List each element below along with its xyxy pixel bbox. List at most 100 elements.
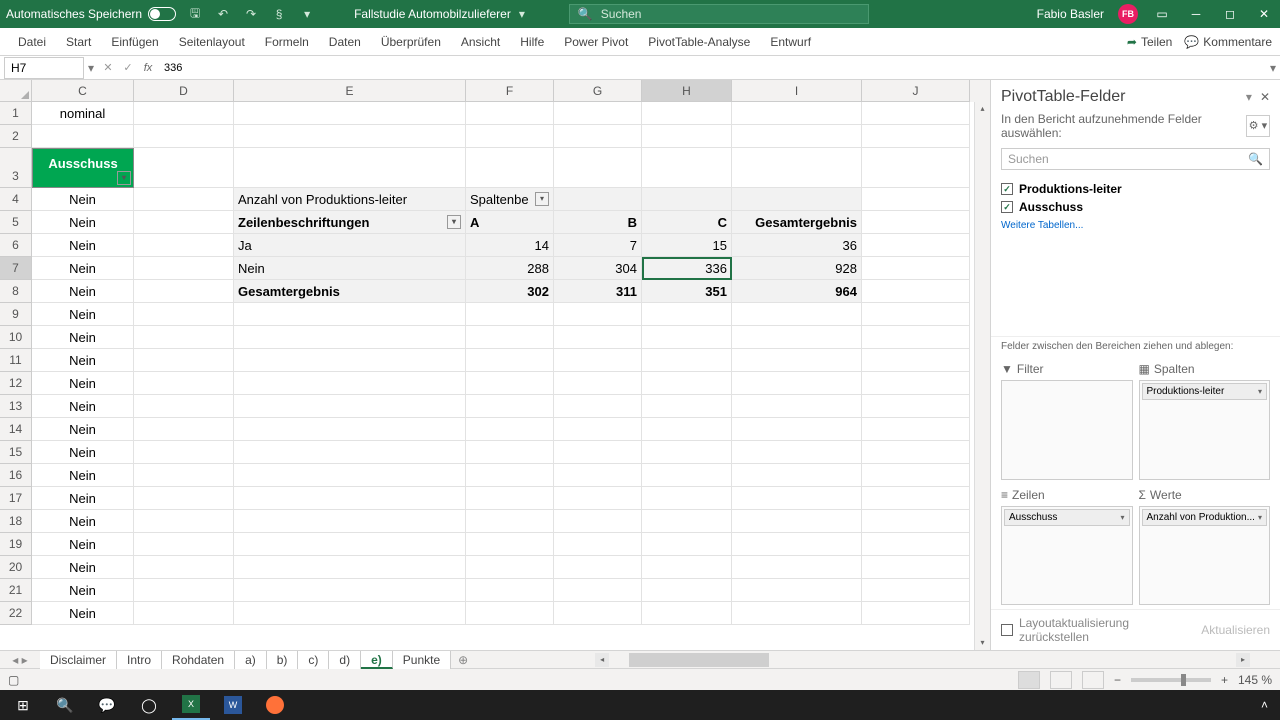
cell[interactable] (466, 372, 554, 395)
cell-D10[interactable] (134, 326, 234, 349)
area-rows[interactable]: ≡ZeilenAusschuss▾ (1001, 486, 1133, 606)
ribbon-tab-formeln[interactable]: Formeln (255, 28, 319, 56)
cell[interactable] (554, 418, 642, 441)
cell[interactable] (642, 148, 732, 188)
cell-J10[interactable] (862, 326, 970, 349)
area-vals[interactable]: ΣWerteAnzahl von Produktion...▾ (1139, 486, 1271, 606)
col-header-G[interactable]: G (554, 80, 642, 102)
row-header-10[interactable]: 10 (0, 326, 32, 349)
cell-J19[interactable] (862, 533, 970, 556)
pivot-row-Nein[interactable]: Nein (234, 257, 466, 280)
ribbon-tab-power pivot[interactable]: Power Pivot (554, 28, 638, 56)
col-header-F[interactable]: F (466, 80, 554, 102)
more-tables-link[interactable]: Weitere Tabellen... (1001, 216, 1270, 235)
firefox-icon[interactable] (256, 690, 294, 720)
cell-C22[interactable]: Nein (32, 602, 134, 625)
sheet-tab-a)[interactable]: a) (235, 651, 267, 669)
row-header-5[interactable]: 5 (0, 211, 32, 234)
cell[interactable] (466, 395, 554, 418)
cell-J6[interactable] (862, 234, 970, 257)
record-macro-icon[interactable]: ▢ (8, 673, 19, 687)
cell-C8[interactable]: Nein (32, 280, 134, 303)
row-header-8[interactable]: 8 (0, 280, 32, 303)
cell-D1[interactable] (134, 102, 234, 125)
ribbon-tab-ansicht[interactable]: Ansicht (451, 28, 510, 56)
cell-D7[interactable] (134, 257, 234, 280)
cell-D19[interactable] (134, 533, 234, 556)
cell[interactable] (466, 556, 554, 579)
zoom-level[interactable]: 145 % (1238, 673, 1272, 687)
cell[interactable] (642, 533, 732, 556)
cell[interactable] (554, 441, 642, 464)
share-button[interactable]: ➦Teilen (1127, 35, 1172, 49)
horizontal-scrollbar[interactable]: ◂ ▸ (595, 653, 1250, 667)
pivot-col-label[interactable]: Spaltenbe▾ (466, 188, 554, 211)
cell[interactable] (732, 395, 862, 418)
cell-J5[interactable] (862, 211, 970, 234)
filename[interactable]: Fallstudie Automobilzulieferer (354, 7, 511, 21)
row-header-21[interactable]: 21 (0, 579, 32, 602)
row-header-9[interactable]: 9 (0, 303, 32, 326)
pivot-col-B[interactable]: B (554, 211, 642, 234)
row-header-17[interactable]: 17 (0, 487, 32, 510)
cell[interactable] (732, 464, 862, 487)
cell[interactable]: 351 (642, 280, 732, 303)
cell[interactable] (554, 326, 642, 349)
cell[interactable] (642, 487, 732, 510)
sheet-tab-Punkte[interactable]: Punkte (393, 651, 451, 669)
cell[interactable] (642, 326, 732, 349)
cell[interactable] (466, 125, 554, 148)
cell[interactable] (554, 602, 642, 625)
cell[interactable] (642, 102, 732, 125)
cell[interactable] (466, 148, 554, 188)
user-name[interactable]: Fabio Basler (1037, 7, 1104, 21)
cell[interactable] (234, 441, 466, 464)
pivot-grand-label[interactable]: Gesamtergebnis (234, 280, 466, 303)
cell-C9[interactable]: Nein (32, 303, 134, 326)
excel-taskbar-icon[interactable]: X (172, 690, 210, 720)
cell-D3[interactable] (134, 148, 234, 188)
cell-J22[interactable] (862, 602, 970, 625)
chevron-down-icon[interactable]: ▾ (1120, 513, 1124, 522)
cell-C14[interactable]: Nein (32, 418, 134, 441)
cell-C6[interactable]: Nein (32, 234, 134, 257)
col-header-H[interactable]: H (642, 80, 732, 102)
cell[interactable] (234, 372, 466, 395)
cell[interactable] (642, 556, 732, 579)
vertical-scrollbar[interactable]: ▴ ▾ (974, 102, 990, 650)
row-header-22[interactable]: 22 (0, 602, 32, 625)
sheet-tab-Disclaimer[interactable]: Disclaimer (40, 651, 117, 669)
sheet-tab-d)[interactable]: d) (329, 651, 361, 669)
cell[interactable] (732, 510, 862, 533)
cell[interactable] (234, 349, 466, 372)
scroll-up-icon[interactable]: ▴ (975, 102, 990, 116)
comments-button[interactable]: 💬Kommentare (1184, 35, 1272, 49)
cell[interactable] (234, 602, 466, 625)
checkbox-icon[interactable]: ✓ (1001, 183, 1013, 195)
cell[interactable] (732, 303, 862, 326)
cell[interactable] (466, 464, 554, 487)
cell[interactable] (466, 102, 554, 125)
cell[interactable] (234, 102, 466, 125)
cell-C13[interactable]: Nein (32, 395, 134, 418)
cell[interactable] (554, 188, 642, 211)
cell[interactable] (466, 579, 554, 602)
ribbon-tab-datei[interactable]: Datei (8, 28, 56, 56)
field-Produktions-leiter[interactable]: ✓Produktions-leiter (1001, 180, 1270, 198)
zoom-in-icon[interactable]: + (1221, 673, 1228, 687)
scroll-right-icon[interactable]: ▸ (1236, 653, 1250, 667)
cell[interactable]: 304 (554, 257, 642, 280)
page-break-view-icon[interactable] (1082, 671, 1104, 689)
checkbox-icon[interactable]: ✓ (1001, 201, 1013, 213)
cell[interactable] (732, 148, 862, 188)
cell[interactable] (234, 303, 466, 326)
undo-icon[interactable]: ↶ (216, 7, 230, 21)
row-header-20[interactable]: 20 (0, 556, 32, 579)
ausschuss-header[interactable]: Ausschuss▾ (32, 148, 134, 188)
field-search[interactable]: Suchen 🔍 (1001, 148, 1270, 170)
cell-D16[interactable] (134, 464, 234, 487)
cell[interactable] (234, 395, 466, 418)
taskbar-search-icon[interactable]: 🔍 (46, 690, 84, 720)
cell[interactable] (642, 602, 732, 625)
cell-D12[interactable] (134, 372, 234, 395)
